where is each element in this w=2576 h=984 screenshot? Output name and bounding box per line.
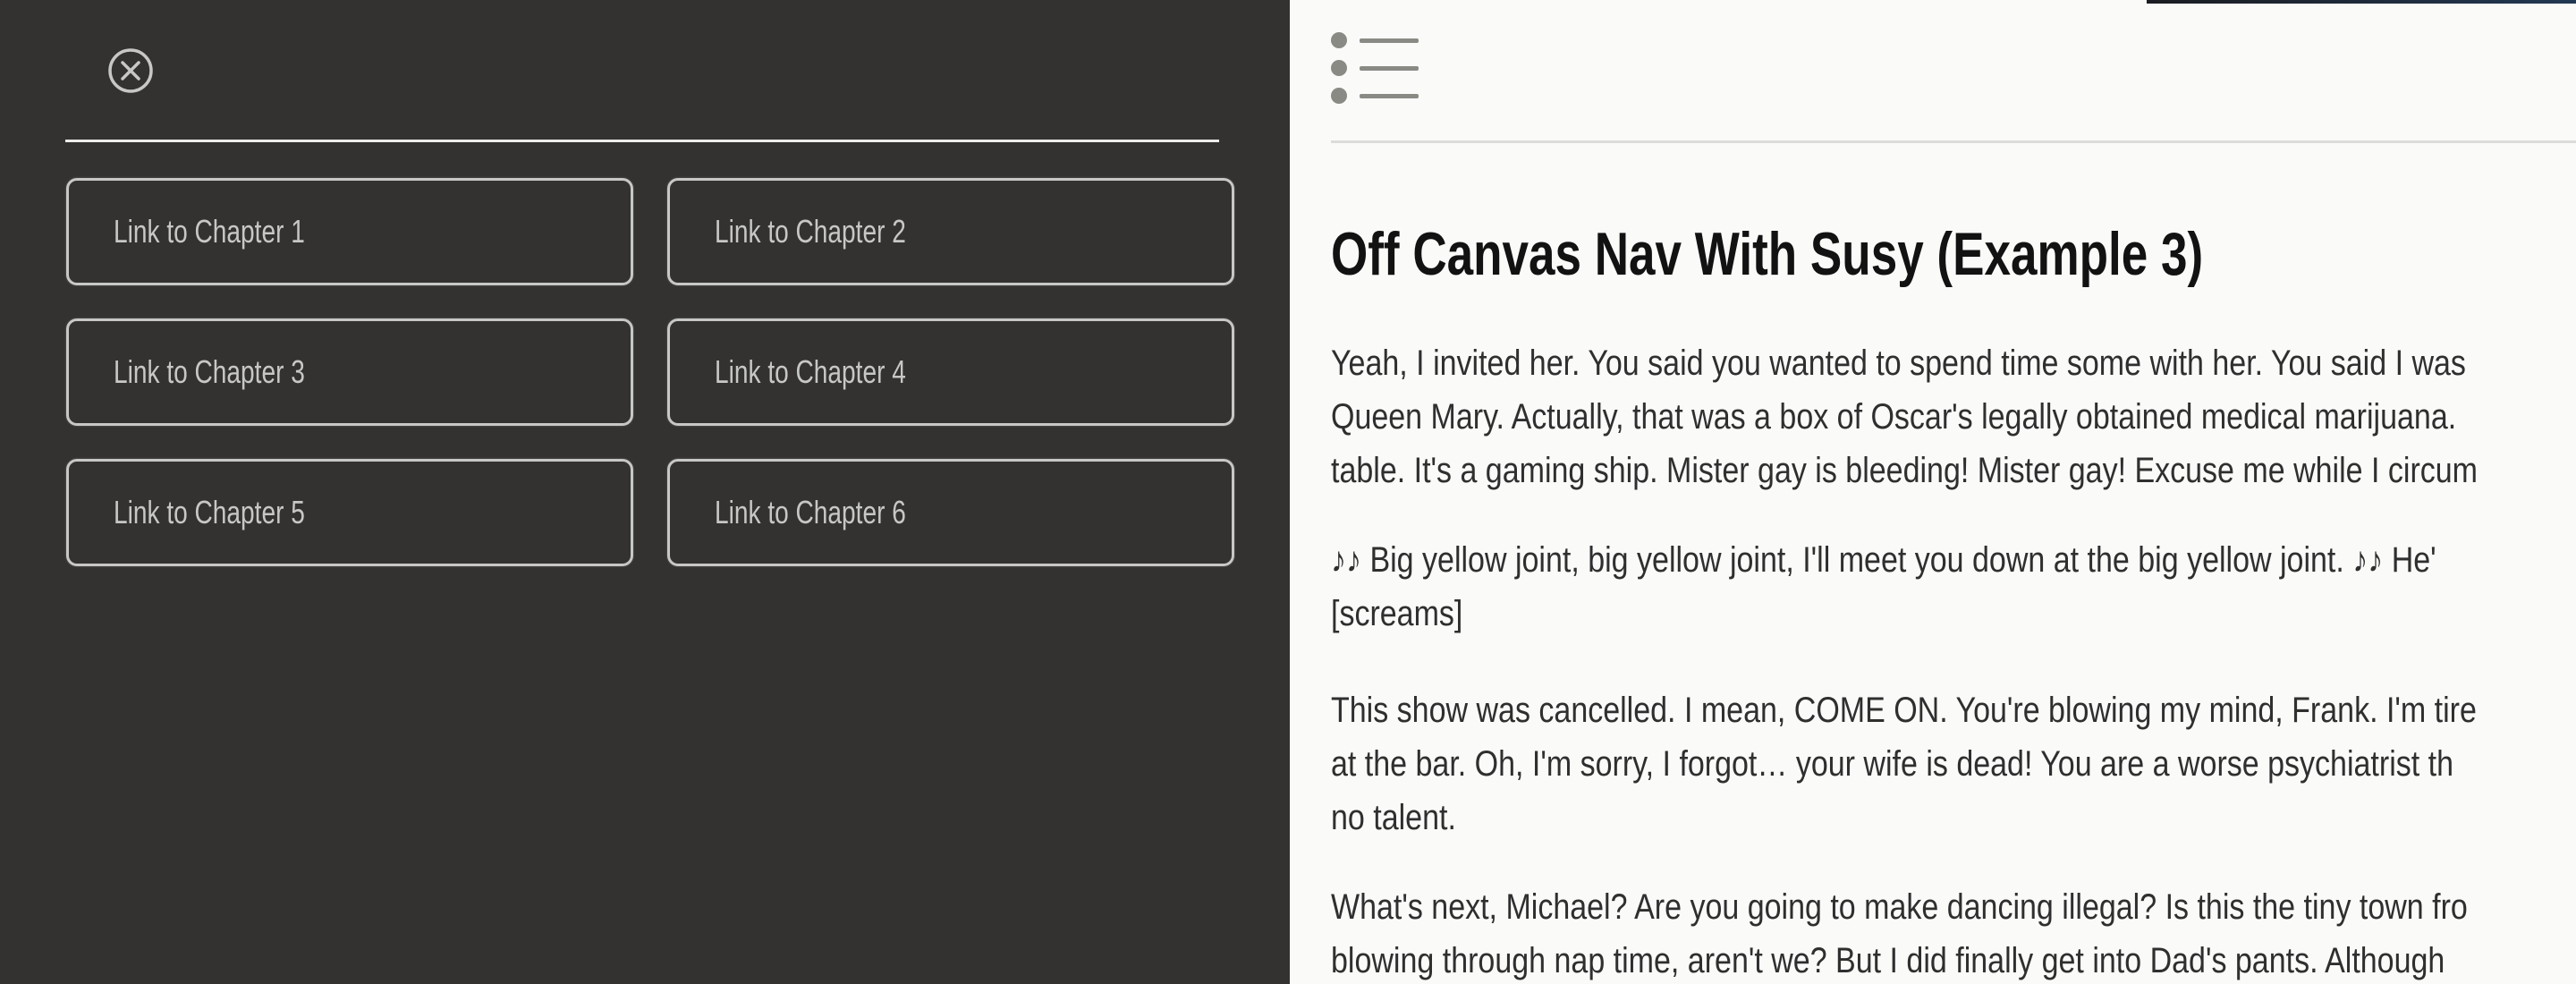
chapter-link-label: Link to Chapter 2	[715, 213, 906, 250]
paragraph-line: Queen Mary. Actually, that was a box of …	[1331, 390, 2389, 444]
paragraph-line: What's next, Michael? Are you going to m…	[1331, 880, 2389, 934]
bullet-list-menu-icon	[1331, 32, 1419, 104]
menu-button[interactable]	[1331, 32, 1419, 104]
paragraph-line: table. It's a gaming ship. Mister gay is…	[1331, 444, 2389, 497]
paragraph: Yeah, I invited her. You said you wanted…	[1331, 336, 2576, 497]
paragraph-line: [screams]	[1331, 587, 2389, 640]
top-progress-bar	[2147, 0, 2576, 4]
chapter-link-label: Link to Chapter 3	[114, 353, 305, 391]
content-area: Off Canvas Nav With Susy (Example 3) Yea…	[1290, 0, 2576, 984]
chapter-link-5[interactable]: Link to Chapter 5	[66, 459, 633, 566]
circle-x-icon	[107, 47, 154, 94]
chapter-links-grid: Link to Chapter 1 Link to Chapter 2 Link…	[66, 178, 1234, 566]
paragraph-line: no talent.	[1331, 791, 2389, 844]
chapter-link-label: Link to Chapter 4	[715, 353, 906, 391]
page-title: Off Canvas Nav With Susy (Example 3)	[1331, 224, 2449, 284]
chapter-link-4[interactable]: Link to Chapter 4	[667, 318, 1234, 426]
chapter-link-3[interactable]: Link to Chapter 3	[66, 318, 633, 426]
chapter-link-label: Link to Chapter 5	[114, 494, 305, 531]
paragraph: This show was cancelled. I mean, COME ON…	[1331, 683, 2576, 844]
paragraph-line: This show was cancelled. I mean, COME ON…	[1331, 683, 2389, 737]
chapter-link-2[interactable]: Link to Chapter 2	[667, 178, 1234, 285]
offcanvas-nav-panel: Link to Chapter 1 Link to Chapter 2 Link…	[0, 0, 1290, 984]
close-button[interactable]	[107, 47, 154, 94]
paragraph: What's next, Michael? Are you going to m…	[1331, 880, 2576, 984]
paragraph-line: at the bar. Oh, I'm sorry, I forgot… you…	[1331, 737, 2389, 791]
chapter-link-label: Link to Chapter 1	[114, 213, 305, 250]
paragraph-line: ♪♪ Big yellow joint, big yellow joint, I…	[1331, 533, 2389, 587]
paragraph-line: blowing through nap time, aren't we? But…	[1331, 934, 2389, 984]
chapter-link-6[interactable]: Link to Chapter 6	[667, 459, 1234, 566]
content-header-divider	[1331, 140, 2576, 143]
chapter-link-1[interactable]: Link to Chapter 1	[66, 178, 633, 285]
page: Link to Chapter 1 Link to Chapter 2 Link…	[0, 0, 2576, 984]
paragraph: ♪♪ Big yellow joint, big yellow joint, I…	[1331, 533, 2576, 640]
panel-header-divider	[65, 140, 1219, 142]
paragraph-line: Yeah, I invited her. You said you wanted…	[1331, 336, 2389, 390]
chapter-link-label: Link to Chapter 6	[715, 494, 906, 531]
